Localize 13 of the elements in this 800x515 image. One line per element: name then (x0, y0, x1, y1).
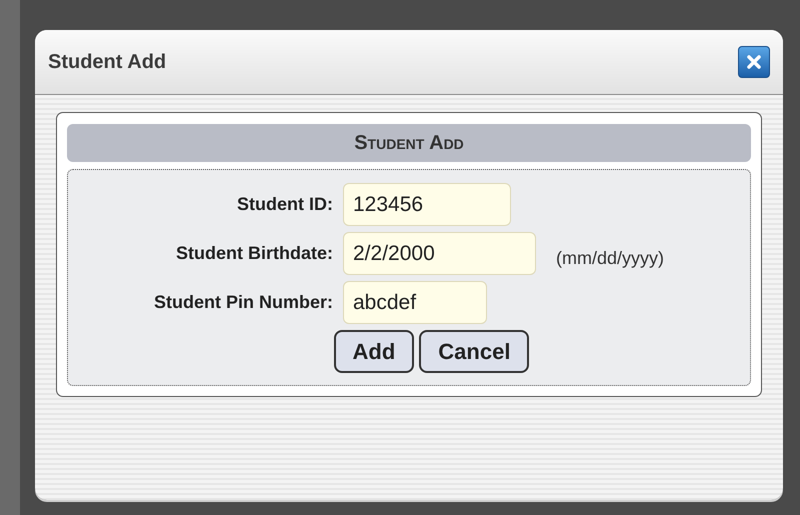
input-field[interactable]: 2/2/2000 (343, 232, 536, 275)
field-label: Student Birthdate: (175, 242, 334, 265)
close-icon (746, 54, 762, 70)
format-hint: (mm/dd/yyyy) (556, 247, 664, 270)
input-field[interactable]: 123456 (343, 183, 511, 226)
input-field[interactable]: abcdef (343, 281, 487, 324)
form-heading: Student Add (67, 124, 751, 162)
add-button[interactable]: Add (334, 330, 414, 373)
field-label: Student Pin Number: (153, 291, 334, 314)
close-button[interactable] (738, 46, 770, 78)
window-title: Student Add (48, 50, 166, 75)
cancel-button[interactable]: Cancel (419, 330, 530, 373)
field-label: Student ID: (236, 193, 334, 216)
